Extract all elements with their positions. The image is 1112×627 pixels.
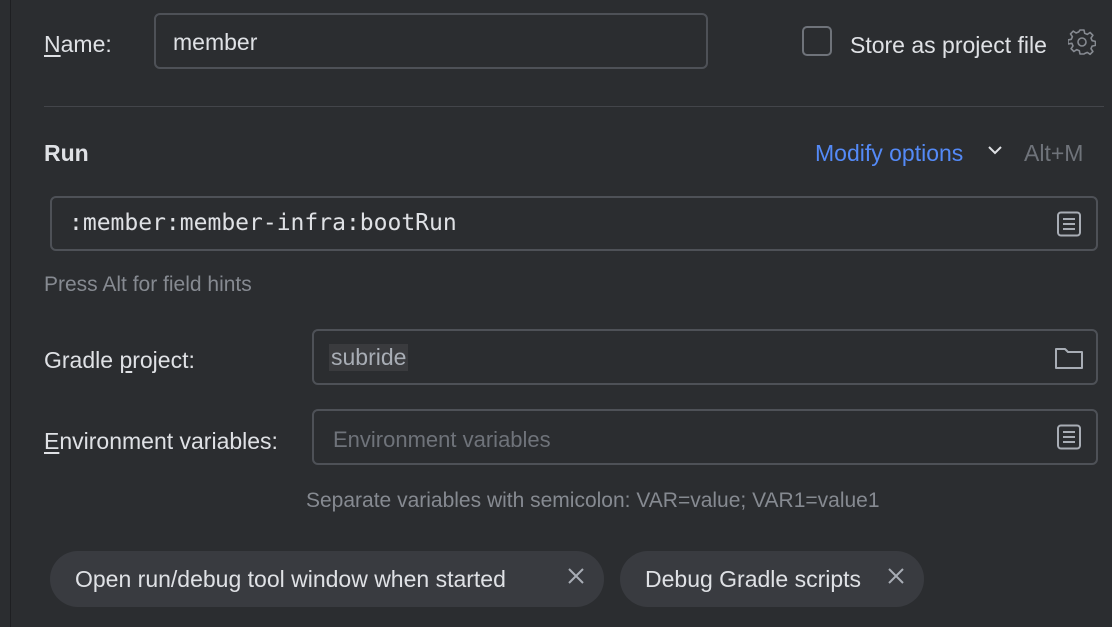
name-input-value: member (173, 29, 258, 55)
chevron-down-icon[interactable] (986, 141, 1004, 164)
folder-icon[interactable] (1054, 345, 1084, 376)
close-icon[interactable] (885, 565, 907, 587)
option-chip-open-run-debug: Open run/debug tool window when started (50, 551, 604, 607)
env-vars-label-mnemonic: E (44, 428, 60, 454)
gradle-project-label-pre: Gradle (44, 347, 120, 373)
modify-options-shortcut: Alt+M (1024, 140, 1084, 166)
env-vars-label-rest: nvironment variables: (59, 428, 278, 454)
gradle-project-input[interactable]: subride (312, 329, 1098, 385)
option-chip-debug-gradle-scripts: Debug Gradle scripts (620, 551, 924, 607)
run-section-title: Run (44, 140, 89, 166)
field-hint-text: Press Alt for field hints (44, 273, 252, 296)
document-list-icon[interactable] (1056, 211, 1082, 242)
name-input[interactable]: member (154, 13, 708, 69)
gradle-project-value: subride (329, 344, 409, 371)
store-as-project-file-checkbox[interactable] (802, 26, 832, 56)
modify-options-link[interactable]: Modify options (815, 140, 963, 167)
name-label-mnemonic: N (44, 31, 61, 57)
run-configuration-panel: Name: member Store as project file Run M… (0, 0, 1112, 627)
document-list-icon[interactable] (1056, 424, 1082, 455)
env-vars-label: Environment variables: (44, 428, 278, 455)
env-vars-hint: Separate variables with semicolon: VAR=v… (306, 489, 880, 512)
gradle-project-label: Gradle project: (44, 347, 195, 374)
chip-label: Debug Gradle scripts (645, 566, 862, 592)
gear-icon[interactable] (1067, 28, 1097, 61)
env-vars-input[interactable]: Environment variables (312, 409, 1098, 465)
left-gutter (0, 0, 11, 627)
gradle-project-label-post: roject: (132, 347, 195, 373)
task-input-value: :member:member-infra:bootRun (69, 210, 457, 236)
close-icon[interactable] (565, 565, 587, 587)
separator (44, 106, 1104, 107)
chip-label: Open run/debug tool window when started (75, 566, 506, 592)
task-input[interactable]: :member:member-infra:bootRun (50, 196, 1098, 251)
env-vars-placeholder: Environment variables (333, 427, 551, 452)
store-as-project-file-label[interactable]: Store as project file (850, 32, 1047, 59)
gradle-project-label-mnemonic: p (119, 347, 133, 373)
name-label-rest: ame: (60, 31, 112, 57)
name-label: Name: (44, 31, 112, 58)
